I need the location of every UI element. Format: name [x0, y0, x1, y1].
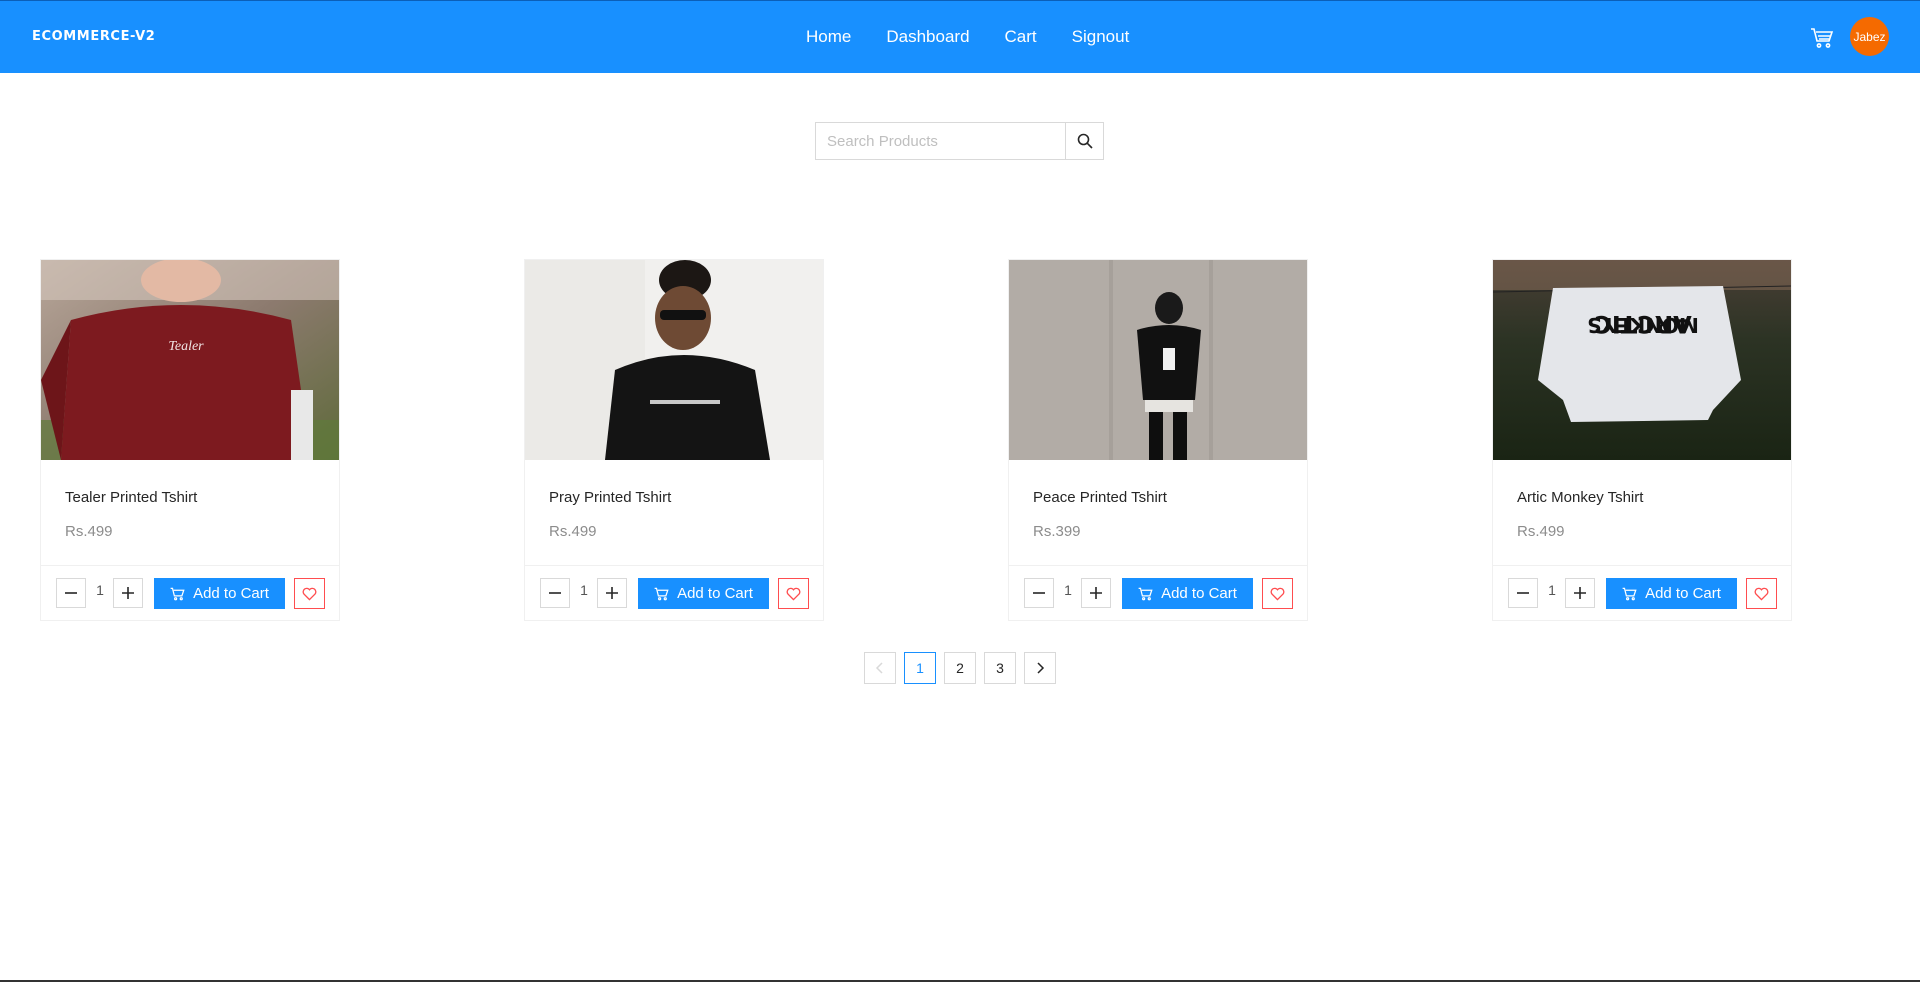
card-actions: 1 Add to Cart — [1493, 566, 1791, 621]
cart-icon — [170, 587, 185, 600]
product-title[interactable]: Artic Monkey Tshirt — [1517, 489, 1767, 506]
cart-icon — [1138, 587, 1153, 600]
nav-cart-link[interactable]: Cart — [1005, 27, 1037, 47]
heart-icon — [1754, 587, 1769, 601]
plus-icon — [1574, 587, 1586, 599]
quantity-value: 1 — [1548, 582, 1556, 598]
search-input[interactable] — [815, 122, 1065, 160]
user-avatar[interactable]: Jabez — [1850, 17, 1889, 56]
plus-icon — [1090, 587, 1102, 599]
product-card: ARCTIC MONKEYS Artic Monkey Tshirt Rs.49… — [1492, 259, 1792, 621]
svg-text:MONKEYS: MONKEYS — [1587, 313, 1699, 337]
wishlist-button[interactable] — [1746, 578, 1777, 609]
card-body: Tealer Printed Tshirt Rs.499 — [41, 460, 339, 566]
add-to-cart-button[interactable]: Add to Cart — [638, 578, 769, 609]
quantity-value: 1 — [1064, 582, 1072, 598]
product-image[interactable]: ARCTIC MONKEYS — [1493, 260, 1791, 460]
pagination-next-button[interactable] — [1024, 652, 1056, 684]
chevron-right-icon — [1037, 662, 1045, 674]
product-price: Rs.499 — [1517, 523, 1565, 540]
pagination-page-1[interactable]: 1 — [904, 652, 936, 684]
decrease-quantity-button[interactable] — [540, 578, 570, 608]
product-price: Rs.499 — [65, 523, 113, 540]
nav-signout-link[interactable]: Signout — [1072, 27, 1130, 47]
add-to-cart-button[interactable]: Add to Cart — [1122, 578, 1253, 609]
add-to-cart-button[interactable]: Add to Cart — [1606, 578, 1737, 609]
page: ECOMMERCE-V2 Home Dashboard Cart Signout… — [0, 0, 1920, 982]
heart-icon — [786, 587, 801, 601]
increase-quantity-button[interactable] — [597, 578, 627, 608]
increase-quantity-button[interactable] — [1081, 578, 1111, 608]
top-navbar: ECOMMERCE-V2 Home Dashboard Cart Signout… — [0, 0, 1920, 73]
search-bar — [815, 122, 1104, 160]
nav-home-link[interactable]: Home — [806, 27, 851, 47]
heart-icon — [1270, 587, 1285, 601]
card-body: Peace Printed Tshirt Rs.399 — [1009, 460, 1307, 566]
wishlist-button[interactable] — [778, 578, 809, 609]
add-to-cart-label: Add to Cart — [1161, 585, 1237, 602]
pagination-prev-button[interactable] — [864, 652, 896, 684]
decrease-quantity-button[interactable] — [1508, 578, 1538, 608]
add-to-cart-label: Add to Cart — [1645, 585, 1721, 602]
svg-text:Tealer: Tealer — [168, 339, 204, 354]
card-actions: 1 Add to Cart — [41, 566, 339, 621]
add-to-cart-label: Add to Cart — [677, 585, 753, 602]
minus-icon — [1033, 592, 1045, 594]
wishlist-button[interactable] — [294, 578, 325, 609]
increase-quantity-button[interactable] — [1565, 578, 1595, 608]
plus-icon — [122, 587, 134, 599]
decrease-quantity-button[interactable] — [1024, 578, 1054, 608]
heart-icon — [302, 587, 317, 601]
pagination-page-3[interactable]: 3 — [984, 652, 1016, 684]
decrease-quantity-button[interactable] — [56, 578, 86, 608]
cart-icon — [654, 587, 669, 600]
add-to-cart-button[interactable]: Add to Cart — [154, 578, 285, 609]
nav-links: Home Dashboard Cart Signout — [806, 27, 1164, 47]
product-title[interactable]: Tealer Printed Tshirt — [65, 489, 315, 506]
add-to-cart-label: Add to Cart — [193, 585, 269, 602]
pagination-page-2[interactable]: 2 — [944, 652, 976, 684]
product-price: Rs.399 — [1033, 523, 1081, 540]
search-button[interactable] — [1065, 122, 1104, 160]
product-title[interactable]: Pray Printed Tshirt — [549, 489, 799, 506]
product-price: Rs.499 — [549, 523, 597, 540]
product-card: Peace Printed Tshirt Rs.399 1 Add to Car… — [1008, 259, 1308, 621]
plus-icon — [606, 587, 618, 599]
card-actions: 1 Add to Cart — [1009, 566, 1307, 621]
pagination: 1 2 3 — [864, 652, 1064, 684]
product-image[interactable] — [525, 260, 823, 460]
card-actions: 1 Add to Cart — [525, 566, 823, 621]
chevron-left-icon — [875, 662, 883, 674]
card-body: Pray Printed Tshirt Rs.499 — [525, 460, 823, 566]
quantity-value: 1 — [96, 582, 104, 598]
card-body: Artic Monkey Tshirt Rs.499 — [1493, 460, 1791, 566]
nav-dashboard-link[interactable]: Dashboard — [886, 27, 969, 47]
product-title[interactable]: Peace Printed Tshirt — [1033, 489, 1283, 506]
minus-icon — [65, 592, 77, 594]
quantity-value: 1 — [580, 582, 588, 598]
cart-icon[interactable] — [1810, 27, 1834, 49]
product-card: Pray Printed Tshirt Rs.499 1 Add to Cart — [524, 259, 824, 621]
product-image[interactable]: Tealer — [41, 260, 339, 460]
search-icon — [1077, 133, 1093, 149]
wishlist-button[interactable] — [1262, 578, 1293, 609]
minus-icon — [1517, 592, 1529, 594]
brand-logo[interactable]: ECOMMERCE-V2 — [32, 29, 155, 44]
cart-icon — [1622, 587, 1637, 600]
increase-quantity-button[interactable] — [113, 578, 143, 608]
minus-icon — [549, 592, 561, 594]
product-card: Tealer Tealer Printed Tshirt Rs.499 1 Ad… — [40, 259, 340, 621]
product-image[interactable] — [1009, 260, 1307, 460]
